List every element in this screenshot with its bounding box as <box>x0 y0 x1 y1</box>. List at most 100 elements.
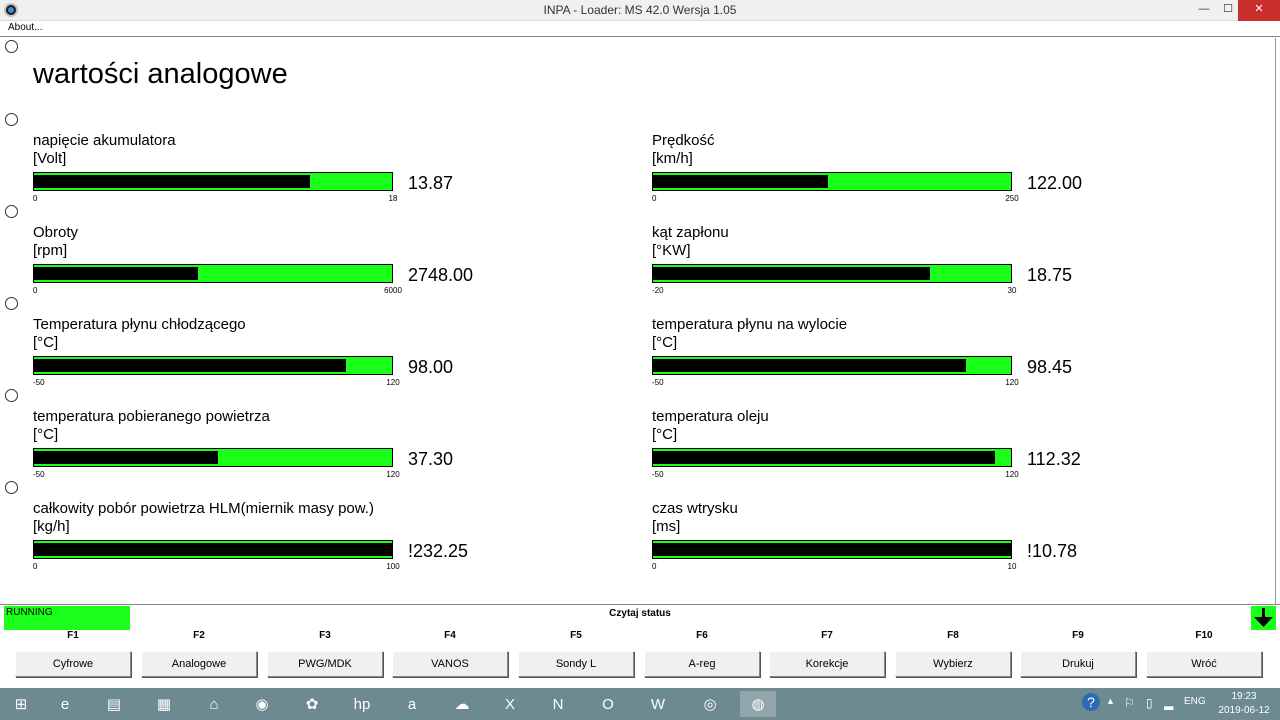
fkey-button-f6[interactable]: A-reg <box>644 651 760 677</box>
gauge-fill <box>34 451 218 464</box>
chrome-icon[interactable]: ◎ <box>692 691 728 717</box>
gauge-max: 250 <box>1005 194 1019 203</box>
gauge-bar <box>33 540 393 559</box>
gauge-value: 18.75 <box>1027 265 1073 285</box>
gauge-min: 0 <box>33 562 38 571</box>
gauge-bar <box>652 264 1012 283</box>
gauge-bar <box>33 264 393 283</box>
gauge-value: 2748.00 <box>408 265 474 285</box>
gauge-value: !232.25 <box>408 541 469 561</box>
menu-about[interactable]: About... <box>8 22 42 33</box>
language-indicator[interactable]: ENG <box>1184 696 1206 707</box>
gauge-label: całkowity pobór powietrza HLM(miernik ma… <box>33 500 374 517</box>
fkey-button-f1[interactable]: Cyfrowe <box>15 651 131 677</box>
fkey-button-f7[interactable]: Korekcje <box>769 651 885 677</box>
scroll-down-button[interactable] <box>1251 606 1276 630</box>
gauge-label: Obroty <box>33 224 79 241</box>
help-icon[interactable]: ? <box>1082 693 1100 711</box>
fkey-button-f3[interactable]: PWG/MDK <box>267 651 383 677</box>
radio-button[interactable] <box>5 481 18 494</box>
home-icon[interactable]: ⌂ <box>196 691 232 717</box>
fkey-button-f8[interactable]: Wybierz <box>895 651 1011 677</box>
gauge-fill <box>653 543 1011 556</box>
fkey-button-f9[interactable]: Drukuj <box>1020 651 1136 677</box>
gauge-bar <box>33 172 393 191</box>
gauge-max: 120 <box>1005 378 1019 387</box>
gauge-unit: [°C] <box>652 426 678 443</box>
fkey-label: F4 <box>444 630 456 641</box>
gauge-label: Prędkość <box>652 132 715 149</box>
gauge-unit: [°C] <box>33 334 59 351</box>
taskbar: ⊞ e ▤ ▦ ⌂ ◉ ✿ hp a ☁ X N O W ◎ ◍ ? ▲ ⚐ ▯ ▂ ENG 19:23 20… <box>0 688 1280 720</box>
gauge-value: 122.00 <box>1027 173 1083 193</box>
bmw-icon[interactable]: ◍ <box>740 691 776 717</box>
radio-button[interactable] <box>5 389 18 402</box>
amazon-icon[interactable]: a <box>394 691 430 717</box>
gauge-max: 120 <box>1005 470 1019 479</box>
word-icon[interactable]: W <box>640 691 676 717</box>
radio-button[interactable] <box>5 205 18 218</box>
gauge-min: -50 <box>33 470 45 479</box>
radio-button[interactable] <box>5 297 18 310</box>
gauge-item: Obroty [rpm] 2748.00 0 6000 <box>33 224 633 316</box>
tray-arrow-icon[interactable]: ▲ <box>1106 696 1115 706</box>
windows-start-icon[interactable]: ⊞ <box>3 691 39 717</box>
hp-icon[interactable]: hp <box>344 691 380 717</box>
gauge-max: 120 <box>386 378 400 387</box>
gauge-label: temperatura pobieranego powietrza <box>33 408 270 425</box>
gauge-max: 30 <box>1007 286 1017 295</box>
gauge-value: !10.78 <box>1027 541 1078 561</box>
media-icon[interactable]: ◉ <box>244 691 280 717</box>
gauge-unit: [rpm] <box>33 242 68 259</box>
internet-explorer-icon[interactable]: e <box>47 691 83 717</box>
gauge-bar <box>652 448 1012 467</box>
close-button[interactable]: ✕ <box>1238 0 1280 21</box>
outlook-icon[interactable]: O <box>590 691 626 717</box>
gauge-unit: [Volt] <box>33 150 67 167</box>
gauge-item: temperatura pobieranego powietrza [°C] 37.… <box>33 408 633 500</box>
clock-date[interactable]: 2019-06-12 <box>1214 705 1274 716</box>
store-icon[interactable]: ▦ <box>146 691 182 717</box>
gauge-item: temperatura oleju [°C] 112.32 -50 120 <box>652 408 1252 500</box>
gauge-label: napięcie akumulatora <box>33 132 176 149</box>
onenote-icon[interactable]: N <box>540 691 576 717</box>
gauge-fill <box>653 267 930 280</box>
fkey-label: F9 <box>1072 630 1084 641</box>
function-keys: F1 Cyfrowe F2 Analogowe F3 PWG/MDK F4 VANOS F5 So… <box>0 630 1280 688</box>
file-explorer-icon[interactable]: ▤ <box>96 691 132 717</box>
gauge-value: 98.45 <box>1027 357 1073 377</box>
excel-icon[interactable]: X <box>492 691 528 717</box>
fkey-button-f2[interactable]: Analogowe <box>141 651 257 677</box>
onedrive-icon[interactable]: ☁ <box>444 691 480 717</box>
network-icon[interactable]: ▂ <box>1164 696 1173 710</box>
gauge-bar <box>652 540 1012 559</box>
gauge-unit: [km/h] <box>652 150 693 167</box>
radio-button[interactable] <box>5 40 18 53</box>
clock-time[interactable]: 19:23 <box>1218 691 1270 702</box>
gauge-min: -50 <box>652 378 664 387</box>
gauge-max: 120 <box>386 470 400 479</box>
fkey-button-f5[interactable]: Sondy L <box>518 651 634 677</box>
gauge-max: 10 <box>1007 562 1017 571</box>
fkey-button-f4[interactable]: VANOS <box>392 651 508 677</box>
gauge-label: kąt zapłonu <box>652 224 729 241</box>
gauge-min: -50 <box>652 470 664 479</box>
fkey-button-f10[interactable]: Wróć <box>1146 651 1262 677</box>
gauge-fill <box>653 175 828 188</box>
fkey-label: F10 <box>1195 630 1213 641</box>
main-panel: wartości analogowe napięcie akumulatora[… <box>0 38 1276 604</box>
gauge-fill <box>34 543 392 556</box>
flag-icon[interactable]: ⚐ <box>1124 696 1135 710</box>
gauge-unit: [°C] <box>33 426 59 443</box>
battery-icon[interactable]: ▯ <box>1146 696 1153 710</box>
radio-button[interactable] <box>5 113 18 126</box>
gauge-min: 0 <box>33 194 38 203</box>
gauge-label: temperatura oleju <box>652 408 769 425</box>
app-icon[interactable]: ✿ <box>294 691 330 717</box>
arrow-down-icon <box>1254 608 1273 627</box>
gauge-unit: [°KW] <box>652 242 691 259</box>
gauge-label: czas wtrysku <box>652 500 738 517</box>
gauge-max: 100 <box>386 562 400 571</box>
gauge-value: 98.00 <box>408 357 454 377</box>
gauge-min: 0 <box>652 194 657 203</box>
